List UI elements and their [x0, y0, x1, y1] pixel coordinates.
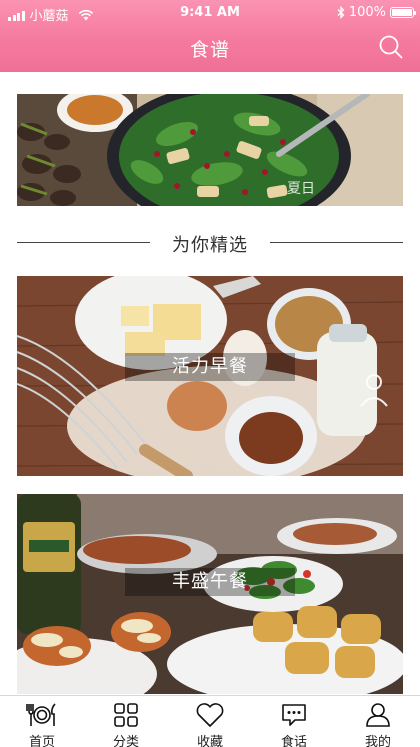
- status-bar: 小蘑菇 9:41 AM 100%: [0, 0, 420, 26]
- tab-label-favorites: 收藏: [196, 735, 223, 747]
- section-heading: 为你精选: [17, 228, 403, 258]
- chat-icon: [282, 704, 306, 726]
- tab-label-home: 首页: [28, 735, 55, 747]
- featured-banner[interactable]: 夏日: [17, 94, 403, 206]
- divider-right: [270, 242, 403, 243]
- salad-photo: [17, 94, 403, 206]
- recipe-card-lunch[interactable]: 丰盛午餐: [17, 494, 403, 694]
- search-icon[interactable]: [378, 34, 404, 60]
- card-label-breakfast: 活力早餐: [125, 353, 295, 381]
- recipe-card-breakfast[interactable]: 活力早餐: [17, 276, 403, 476]
- tab-home[interactable]: 首页: [0, 696, 84, 747]
- tab-profile[interactable]: 我的: [336, 696, 420, 747]
- card-label-lunch: 丰盛午餐: [125, 568, 295, 596]
- tab-category[interactable]: 分类: [84, 696, 168, 747]
- heart-icon: [196, 703, 224, 727]
- banner-caption: 夏日: [287, 181, 315, 197]
- user-icon: [366, 703, 390, 727]
- tab-favorites[interactable]: 收藏: [168, 696, 252, 747]
- grid-icon: [114, 703, 138, 727]
- battery-icon: [390, 7, 416, 18]
- tab-chat[interactable]: 食话: [252, 696, 336, 747]
- app-header: 小蘑菇 9:41 AM 100% 食谱: [0, 0, 420, 72]
- bluetooth-icon: [337, 6, 345, 19]
- tab-label-category: 分类: [112, 735, 139, 747]
- tab-label-chat: 食话: [280, 735, 307, 747]
- section-title: 为你精选: [172, 235, 248, 256]
- page-title: 食谱: [189, 39, 230, 61]
- battery-percent: 100%: [348, 5, 386, 20]
- dining-icon: [26, 703, 56, 726]
- tab-bar: 首页 分类 收藏 食话 我的: [0, 695, 420, 747]
- tab-label-profile: 我的: [364, 735, 391, 747]
